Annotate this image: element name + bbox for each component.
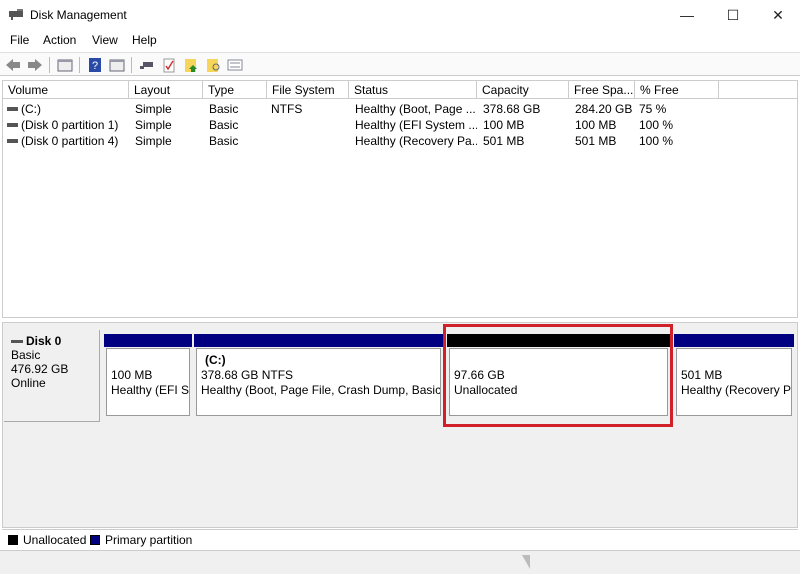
forward-icon[interactable] — [27, 57, 43, 73]
menu-view[interactable]: View — [92, 33, 118, 47]
list-icon[interactable] — [227, 57, 243, 73]
primary-partition-bar — [194, 334, 443, 347]
column-header-volume[interactable]: Volume — [3, 81, 129, 99]
cell-volume: (Disk 0 partition 4) — [21, 134, 119, 148]
legend-unallocated: Unallocated — [23, 533, 87, 547]
partition-1[interactable]: (C:) 378.68 GB NTFS Healthy (Boot, Page Fi… — [196, 348, 441, 416]
minimize-button[interactable]: — — [664, 4, 710, 26]
disk-icon — [11, 340, 23, 344]
volume-list: Volume Layout Type File System Status Ca… — [2, 80, 798, 318]
close-button[interactable]: ✕ — [755, 4, 800, 26]
cell-type: Basic — [209, 118, 239, 132]
menu-file[interactable]: File — [10, 33, 29, 47]
primary-partition-bar — [674, 334, 794, 347]
cell-percent-free: 100 % — [639, 134, 674, 148]
maximize-button[interactable]: ☐ — [710, 4, 756, 26]
column-header-layout[interactable]: Layout — [129, 81, 203, 99]
disk-type: Basic — [11, 348, 41, 362]
table-row[interactable]: (C:) Simple Basic NTFS Healthy (Boot, Page .… — [3, 101, 797, 117]
column-header-status[interactable]: Status — [349, 81, 477, 99]
column-header-percent-free[interactable]: % Free — [635, 81, 719, 99]
unallocated-swatch — [8, 535, 18, 545]
console-tree-icon[interactable] — [57, 57, 73, 73]
menu-action[interactable]: Action — [43, 33, 76, 47]
svg-text:?: ? — [92, 60, 98, 72]
cell-capacity: 501 MB — [483, 134, 525, 148]
primary-partition-swatch — [90, 535, 100, 545]
connect-icon[interactable] — [139, 57, 155, 73]
cell-capacity: 378.68 GB — [483, 102, 541, 116]
partition-size: 378.68 GB NTFS — [201, 368, 294, 382]
properties-pane-icon[interactable] — [109, 57, 125, 73]
cell-type: Basic — [209, 134, 239, 148]
help-icon[interactable]: ? — [87, 57, 103, 73]
cell-layout: Simple — [135, 134, 172, 148]
legend-primary-partition: Primary partition — [105, 533, 193, 547]
disk-0-info[interactable]: Disk 0 Basic 476.92 GB Online — [4, 330, 100, 422]
disk-size: 476.92 GB — [11, 362, 69, 376]
menu-bar: File Action View Help — [0, 30, 800, 50]
folder-search-icon[interactable] — [205, 57, 221, 73]
volume-icon — [7, 139, 18, 143]
partition-size: 100 MB — [111, 368, 153, 382]
partition-title — [681, 353, 787, 368]
window-title: Disk Management — [30, 8, 127, 22]
status-bar — [0, 550, 800, 574]
disk-management-icon — [9, 9, 23, 20]
partition-status: Healthy (Boot, Page File, Crash Dump, Ba… — [201, 383, 441, 397]
cell-free-space: 501 MB — [575, 134, 617, 148]
cell-percent-free: 100 % — [639, 118, 674, 132]
partition-title — [111, 353, 185, 368]
partition-status: Healthy (Recovery Pa — [681, 383, 792, 397]
disk-status: Online — [11, 376, 46, 390]
table-row[interactable]: (Disk 0 partition 1) Simple Basic Healthy (… — [3, 117, 797, 133]
partition-3[interactable]: 501 MB Healthy (Recovery Pa — [676, 348, 792, 416]
toolbar: ? — [0, 52, 800, 76]
cell-free-space: 100 MB — [575, 118, 617, 132]
resize-grip-icon — [522, 555, 530, 569]
cell-percent-free: 75 % — [639, 102, 667, 116]
column-header-file-system[interactable]: File System — [267, 81, 349, 99]
toolbar-separator — [49, 57, 50, 73]
cell-file-system — [271, 117, 351, 133]
unallocated-highlight — [443, 324, 673, 427]
back-icon[interactable] — [5, 57, 21, 73]
partition-0[interactable]: 100 MB Healthy (EFI Sy — [106, 348, 190, 416]
partition-title: (C:) — [205, 353, 226, 367]
column-header-type[interactable]: Type — [203, 81, 267, 99]
cell-type: Basic — [209, 102, 239, 116]
cell-volume: (Disk 0 partition 1) — [21, 118, 119, 132]
disk-name: Disk 0 — [26, 334, 62, 348]
legend: Unallocated Primary partition — [2, 529, 798, 549]
column-header-free-space[interactable]: Free Spa... — [569, 81, 635, 99]
column-header-blank — [719, 81, 797, 99]
cell-volume: (C:) — [21, 102, 41, 116]
partition-status: Healthy (EFI Sy — [111, 383, 190, 397]
toolbar-separator — [79, 57, 80, 73]
cell-capacity: 100 MB — [483, 118, 525, 132]
cell-status: Healthy (EFI System ... — [355, 118, 477, 132]
cell-status: Healthy (Recovery Pa... — [355, 134, 477, 148]
volume-icon — [7, 123, 18, 127]
cell-layout: Simple — [135, 118, 172, 132]
check-icon[interactable] — [161, 57, 177, 73]
toolbar-separator — [131, 57, 132, 73]
table-row[interactable]: (Disk 0 partition 4) Simple Basic Healthy (… — [3, 133, 797, 149]
cell-status: Healthy (Boot, Page ... — [355, 102, 476, 116]
partition-size: 501 MB — [681, 368, 723, 382]
title-bar: Disk Management — ☐ ✕ — [0, 0, 800, 30]
volume-icon — [7, 107, 18, 111]
cell-file-system — [271, 133, 351, 149]
folder-up-icon[interactable] — [183, 57, 199, 73]
menu-help[interactable]: Help — [132, 33, 157, 47]
column-header-capacity[interactable]: Capacity — [477, 81, 569, 99]
primary-partition-bar — [104, 334, 192, 347]
cell-layout: Simple — [135, 102, 172, 116]
cell-file-system: NTFS — [271, 102, 303, 116]
cell-free-space: 284.20 GB — [575, 102, 633, 116]
